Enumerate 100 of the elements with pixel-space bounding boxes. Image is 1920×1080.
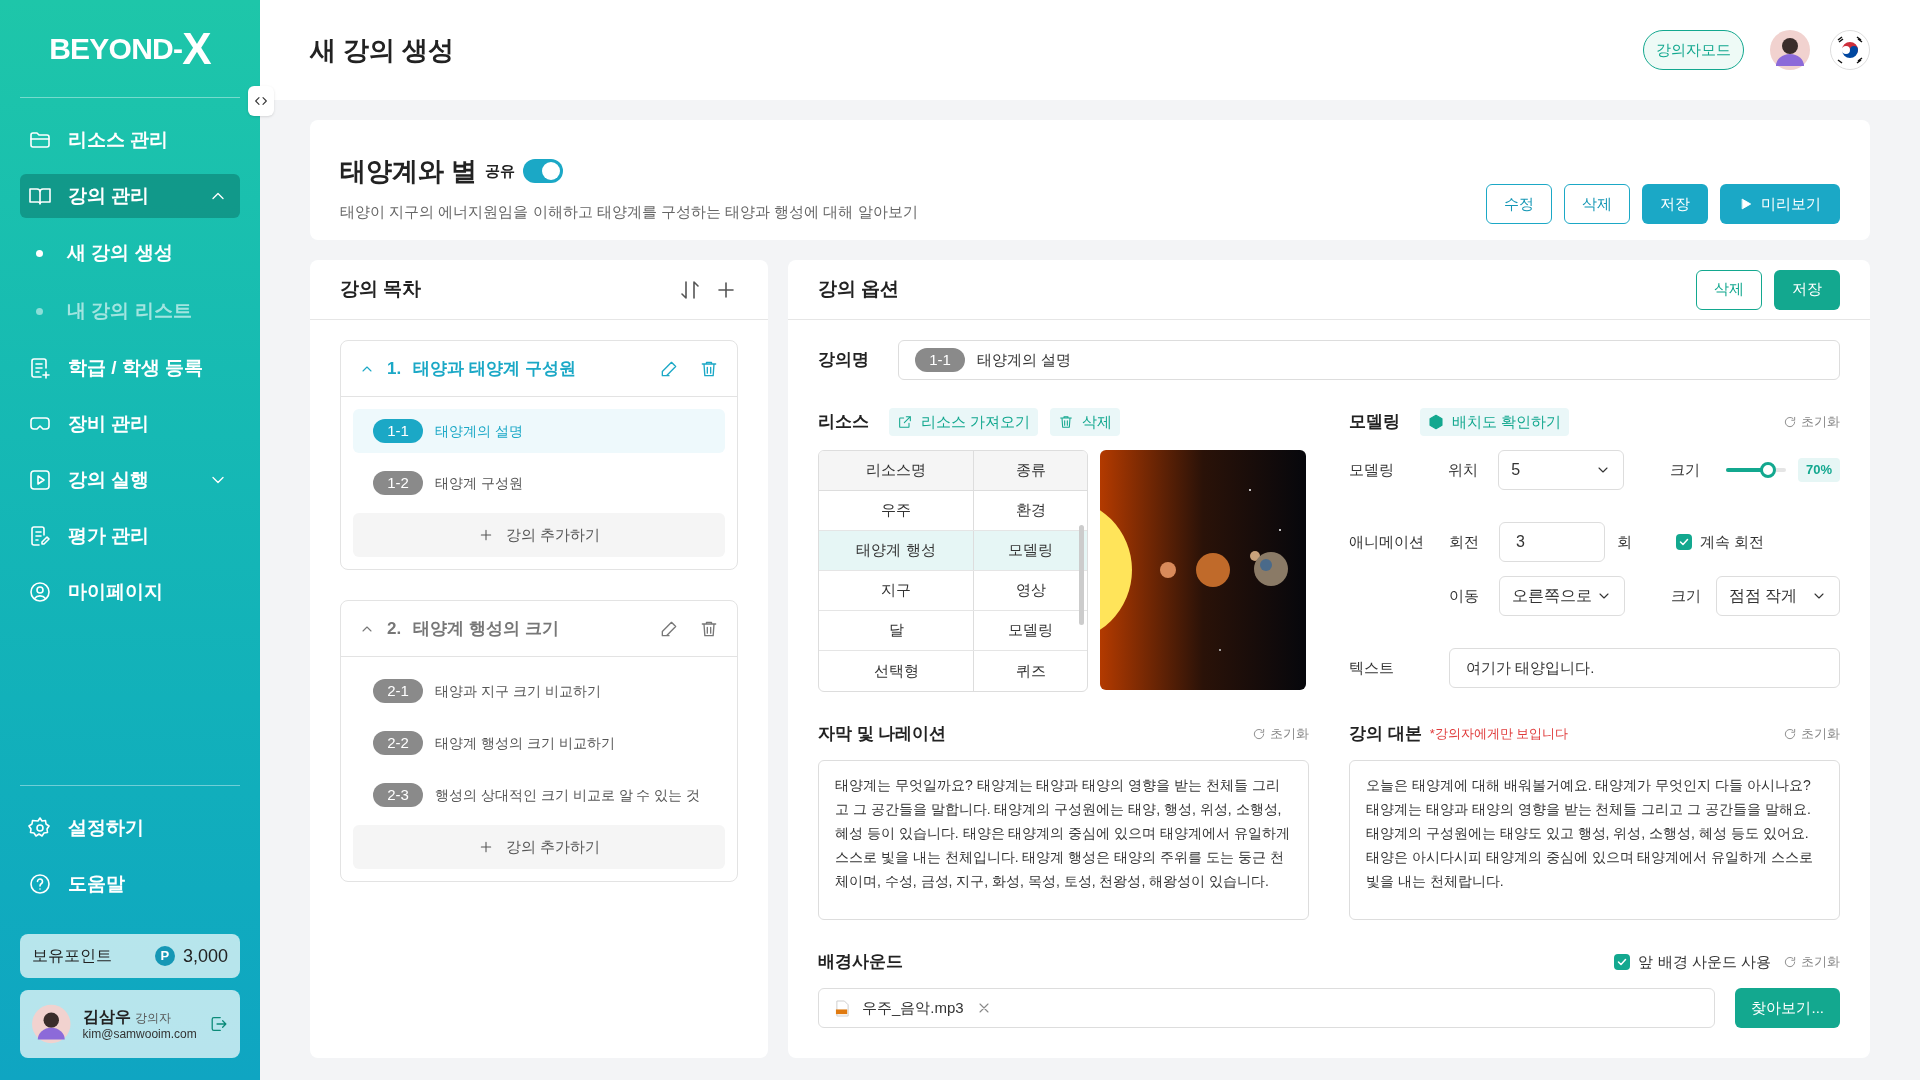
section-title: 모델링 — [1349, 411, 1400, 434]
course-title: 태양계와 별 — [340, 154, 478, 188]
points-value: 3,000 — [182, 944, 228, 968]
help-icon — [28, 872, 52, 896]
trash-icon — [1058, 414, 1075, 430]
sidebar-item[interactable]: 마이페이지 — [20, 570, 240, 614]
section-title: 강의 대본 — [1349, 723, 1422, 746]
action-button[interactable]: 삭제 — [1696, 269, 1762, 310]
action-button[interactable]: 저장 — [1642, 184, 1708, 224]
lesson-code: 1-2 — [373, 471, 423, 495]
share-toggle[interactable] — [523, 159, 564, 183]
reset-button[interactable]: 초기화 — [1783, 724, 1840, 744]
add-lesson-button[interactable]: 강의 추가하기 — [353, 513, 725, 557]
play-icon — [1739, 197, 1753, 211]
table-cell-text: 영상 — [1014, 580, 1047, 601]
user-role: 강의자 — [134, 1010, 171, 1026]
table-row[interactable]: 선택형 퀴즈 — [819, 651, 1087, 691]
lesson-name-field[interactable]: 1-1 태양계의 설명 — [898, 340, 1840, 380]
mode-badge[interactable]: 강의자모드 — [1643, 30, 1744, 70]
avatar[interactable] — [1770, 30, 1810, 70]
lesson-item[interactable]: 2-1 태양과 지구 크기 비교하기 — [353, 669, 725, 713]
sidebar-item[interactable]: 학급 / 학생 등록 — [20, 346, 240, 390]
check-icon — [1616, 956, 1629, 968]
table-cell-text: 퀴즈 — [1014, 660, 1047, 681]
document-plus-icon — [28, 356, 52, 380]
column-header: 리소스명 — [819, 451, 974, 490]
sidebar-item[interactable]: 평가 관리 — [20, 514, 240, 558]
checkbox[interactable] — [1614, 954, 1631, 970]
field-label: 크기 — [1671, 585, 1702, 606]
scale-select[interactable]: 점점 작게 — [1716, 576, 1840, 616]
points-icon: P — [154, 946, 175, 966]
field-label: 텍스트 — [1349, 657, 1395, 678]
field-label: 애니메이션 — [1349, 531, 1425, 552]
field-label: 회 — [1617, 531, 1632, 552]
sidebar-item[interactable]: 도움말 — [20, 862, 240, 906]
position-select[interactable]: 5 — [1498, 450, 1624, 490]
field-label: 앞 배경 사운드 사용 — [1638, 951, 1771, 972]
lesson-item[interactable]: 2-3 행성의 상대적인 크기 비교로 알 수 있는 것 — [353, 773, 725, 817]
preview-button[interactable]: 미리보기 — [1720, 184, 1840, 224]
lesson-code: 1-1 — [373, 419, 423, 443]
script-field[interactable]: 오늘은 태양계에 대해 배워볼거예요. 태양계가 무엇인지 다들 아시나요? 태양계는 태양과 태양의 영향을 받는 천체들 그리고 그 공간들을 말해요. 태양계의 구성원에는 태양도 있고 행성, 위성, 소행성, 혜성 등도 있어요. 태양은 아시다시피 태양계의 중심에 있으며 태양계에서 유일하게 스스로 빛을 내는 천체랍니다. — [1349, 760, 1840, 920]
reset-button[interactable]: 초기화 — [1252, 724, 1309, 744]
settings-icon — [28, 816, 52, 840]
refresh-icon — [1252, 727, 1266, 741]
course-description: 태양이 지구의 에너지원임을 이해하고 태양계를 구성하는 태양과 행성에 대해 알아보기 — [340, 201, 919, 222]
browse-button[interactable]: 찾아보기... — [1735, 988, 1840, 1028]
table-cell: 선택형 — [819, 651, 974, 691]
field-label: 계속 회전 — [1700, 531, 1765, 552]
refresh-icon — [1783, 415, 1797, 429]
check-icon — [1678, 536, 1690, 548]
sidebar-item[interactable]: 리소스 관리 — [20, 118, 240, 162]
flag-icon[interactable] — [1830, 30, 1870, 70]
reset-button[interactable]: 초기화 — [1783, 952, 1840, 972]
lesson-code: 1-1 — [915, 348, 965, 372]
section-header[interactable]: 2. 태양계 행성의 크기 — [341, 601, 737, 657]
add-lesson-button[interactable]: 강의 추가하기 — [353, 825, 725, 869]
text-field[interactable]: 여기가 태양입니다. — [1449, 648, 1840, 688]
lesson-code: 2-3 — [373, 783, 423, 807]
checkbox[interactable] — [1676, 534, 1692, 550]
sidebar-item[interactable]: 강의 관리 — [20, 174, 240, 218]
lesson-item[interactable]: 1-2 태양계 구성원 — [353, 461, 725, 505]
import-resource-button[interactable]: 리소스 가져오기 — [889, 408, 1039, 436]
file-field[interactable]: 우주_음악.mp3 — [818, 988, 1716, 1028]
section-title: 리소스 — [818, 411, 869, 434]
refresh-icon — [1783, 955, 1797, 969]
document-pen-icon — [28, 524, 52, 548]
avatar — [32, 1004, 71, 1044]
subtitle-field[interactable]: 태양계는 무엇일까요? 태양계는 태양과 태양의 영향을 받는 천체들 그리고 그 공간들을 말합니다. 태양계의 구성원에는 태양, 행성, 위성, 소행성, 혜성 등이 있습니다. 태양은 태양계의 중심에 있으며 태양계에서 유일하게 스스로 빛을 내는 천체입니다. 태양계 행성은 태양의 주위를 도는 둥근 천체이며, 수성, 금성, 지구, 화성, 목성, 토성, 천왕성, 해왕성이 있습니다. — [818, 760, 1309, 920]
sidebar-subitem[interactable]: 새 강의 생성 — [20, 230, 240, 276]
lesson-item[interactable]: 2-2 태양계 행성의 크기 비교하기 — [353, 721, 725, 765]
share-label: 공유 — [485, 160, 516, 181]
rotation-field[interactable]: 3 — [1499, 522, 1605, 562]
scrollbar[interactable] — [1079, 525, 1084, 625]
lesson-code: 2-1 — [373, 679, 423, 703]
table-cell: 우주 — [819, 491, 974, 530]
move-select[interactable]: 오른쪽으로 — [1499, 576, 1625, 616]
user-email: kim@samwooim.com — [82, 1026, 197, 1042]
section-header[interactable]: 1. 태양과 태양계 구성원 — [341, 341, 737, 397]
panel-title: 강의 목차 — [340, 277, 423, 302]
delete-resource-button[interactable]: 삭제 — [1050, 408, 1121, 436]
action-button[interactable]: 삭제 — [1564, 184, 1630, 224]
field-label: 모델링 — [1349, 459, 1395, 480]
reset-button[interactable]: 초기화 — [1783, 412, 1840, 432]
action-button[interactable]: 저장 — [1774, 269, 1840, 310]
refresh-icon — [1783, 727, 1797, 741]
lesson-item[interactable]: 1-1 태양계의 설명 — [353, 409, 725, 453]
column-header: 종류 — [1014, 460, 1047, 481]
slider-thumb[interactable] — [1760, 462, 1777, 478]
sidebar-item[interactable]: 강의 실행 — [20, 458, 240, 502]
file-name: 우주_음악.mp3 — [862, 997, 964, 1018]
layout-button[interactable]: 배치도 확인하기 — [1420, 408, 1570, 436]
sidebar-item[interactable]: 설정하기 — [20, 806, 240, 850]
field-label: 이동 — [1449, 585, 1480, 606]
sidebar-item[interactable]: 장비 관리 — [20, 402, 240, 446]
table-row[interactable]: 태양계 행성 모델링 — [819, 531, 1087, 571]
field-label: 회전 — [1449, 531, 1480, 552]
table-cell: 달 — [819, 611, 974, 650]
action-button[interactable]: 수정 — [1486, 184, 1552, 224]
user-circle-icon — [28, 580, 52, 604]
collapse-toggle[interactable] — [248, 86, 274, 116]
